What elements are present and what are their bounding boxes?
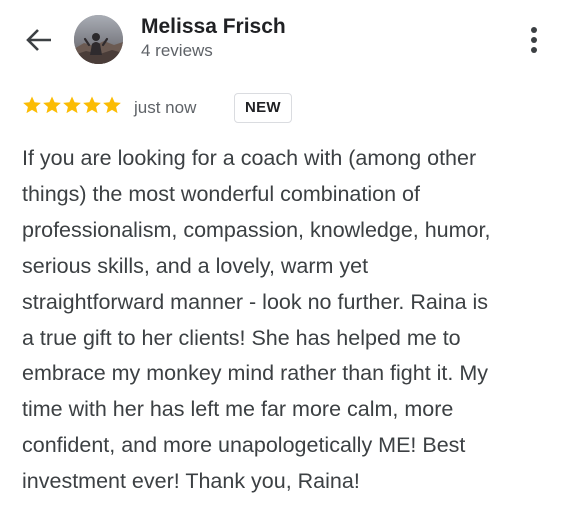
more-vertical-icon-dot — [531, 37, 537, 43]
review-text-line: If you are looking for a coach with (amo… — [22, 146, 477, 170]
review-text-line: straightforward manner - look no further… — [22, 289, 489, 314]
star-icon — [22, 95, 42, 115]
star-icon — [42, 95, 62, 115]
avatar[interactable] — [74, 15, 123, 64]
new-badge: NEW — [234, 93, 292, 123]
star-icon — [62, 95, 82, 115]
review-text-line: serious skills, and a lovely, warm yet — [22, 253, 369, 278]
review-header: Melissa Frisch 4 reviews — [0, 0, 577, 80]
more-vertical-icon — [531, 27, 537, 33]
review-text-line: confident, and more unapologetically ME!… — [22, 433, 466, 458]
avatar-image — [74, 15, 123, 64]
review-text-line: embrace my monkey mind rather than fight… — [22, 361, 489, 386]
review-text-line: investment ever! Thank you, Raina! — [22, 469, 360, 494]
review-text-line: things) the most wonderful combination o… — [22, 181, 420, 206]
review-count: 4 reviews — [141, 41, 213, 60]
arrow-back-icon — [26, 29, 51, 51]
star-icon — [102, 95, 122, 115]
review-text-line: professionalism, compassion, knowledge, … — [22, 217, 491, 242]
review-text-line: time with her has left me far more calm,… — [22, 397, 454, 422]
review-meta: just now NEW — [22, 93, 562, 123]
more-vertical-icon-dot — [531, 47, 537, 53]
review-text: If you are looking for a coach with (amo… — [22, 141, 562, 500]
review-text-line: a true gift to her clients! She has help… — [22, 325, 461, 350]
star-rating — [22, 95, 122, 119]
more-options-button[interactable] — [524, 22, 544, 58]
reviewer-name[interactable]: Melissa Frisch — [141, 15, 286, 39]
review-time: just now — [134, 98, 197, 117]
back-button[interactable] — [24, 26, 54, 54]
star-icon — [82, 95, 102, 115]
